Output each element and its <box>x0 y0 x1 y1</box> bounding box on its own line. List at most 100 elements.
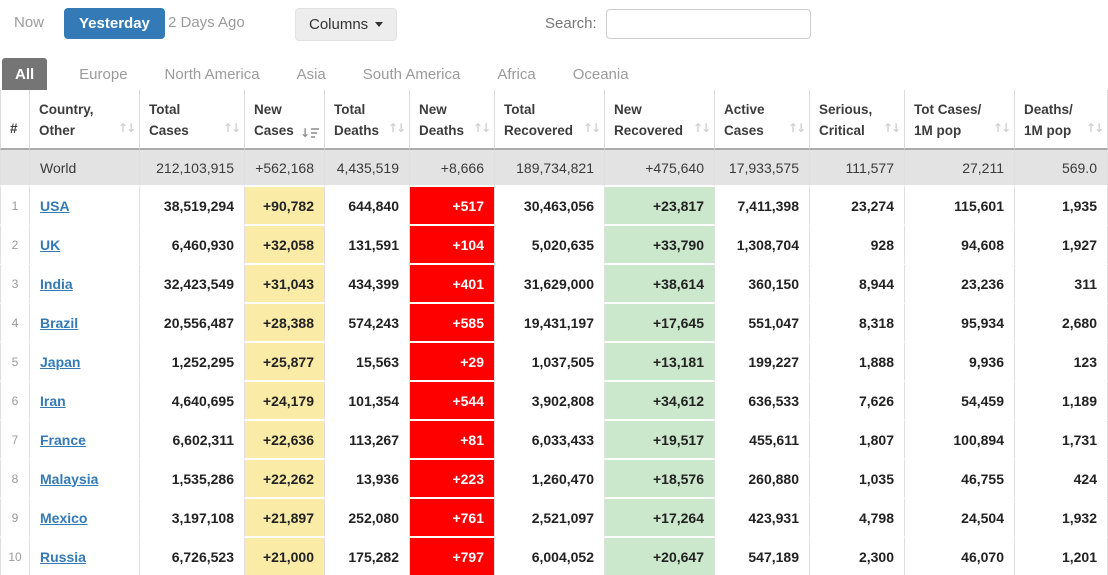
table-row: 9 Mexico 3,197,108 +21,897 252,080 +761 2,521,… <box>0 499 1108 538</box>
cell-total_cases: 4,640,695 <box>140 382 245 421</box>
cell-active_cases: 199,227 <box>715 343 810 382</box>
tab-asia[interactable]: Asia <box>284 58 339 90</box>
cell-country: India <box>30 265 140 304</box>
sort-icon: ↑↓ <box>222 121 241 135</box>
country-link[interactable]: Mexico <box>40 510 87 526</box>
table-row: 3 India 32,423,549 +31,043 434,399 +401 31,629… <box>0 265 1108 304</box>
column-header-cases_per_1m[interactable]: Tot Cases/1M pop ↑↓ <box>905 90 1015 150</box>
cell-total_recovered: 1,260,470 <box>495 460 605 499</box>
columns-dropdown-label: Columns <box>309 16 369 33</box>
sort-icon: ↑↓ <box>882 121 901 135</box>
column-header-total_deaths[interactable]: Total Deaths ↑↓ <box>325 90 410 150</box>
cell-rank: 6 <box>0 382 30 421</box>
column-header-total_cases[interactable]: Total Cases ↑↓ <box>140 90 245 150</box>
cell-new_deaths: +544 <box>410 382 495 421</box>
column-header-active_cases[interactable]: Active Cases ↑↓ <box>715 90 810 150</box>
tab-all[interactable]: All <box>2 58 48 90</box>
cell-total_recovered: 2,521,097 <box>495 499 605 538</box>
sort-icon: ↑↓ <box>582 121 601 135</box>
country-link[interactable]: Japan <box>40 354 80 370</box>
cell-new_recovered: +13,181 <box>605 343 715 382</box>
cell-country: Japan <box>30 343 140 382</box>
cell-new_deaths: +401 <box>410 265 495 304</box>
column-header-deaths_per_1m[interactable]: Deaths/1M pop ↑↓ <box>1015 90 1108 150</box>
tab-north-america[interactable]: North America <box>152 58 273 90</box>
cell-total_recovered: 189,734,821 <box>495 150 605 187</box>
cell-deaths_per_1m: 2,680 <box>1015 304 1108 343</box>
cell-country: World <box>30 150 140 187</box>
table-row: 8 Malaysia 1,535,286 +22,262 13,936 +223 1,260… <box>0 460 1108 499</box>
column-header-total_recovered[interactable]: Total Recovered ↑↓ <box>495 90 605 150</box>
country-link[interactable]: Russia <box>40 549 86 565</box>
cell-serious_critical: 4,798 <box>810 499 905 538</box>
cell-total_deaths: 4,435,519 <box>325 150 410 187</box>
cell-deaths_per_1m: 424 <box>1015 460 1108 499</box>
cell-new_cases: +32,058 <box>245 226 325 265</box>
cell-serious_critical: 111,577 <box>810 150 905 187</box>
cell-new_recovered: +33,790 <box>605 226 715 265</box>
search-label: Search: <box>545 15 597 32</box>
cell-cases_per_1m: 54,459 <box>905 382 1015 421</box>
now-button[interactable]: Now <box>14 14 44 31</box>
cell-active_cases: 17,933,575 <box>715 150 810 187</box>
tab-oceania[interactable]: Oceania <box>560 58 642 90</box>
cell-rank: 5 <box>0 343 30 382</box>
cell-new_cases: +24,179 <box>245 382 325 421</box>
cell-active_cases: 360,150 <box>715 265 810 304</box>
tab-south-america[interactable]: South America <box>350 58 474 90</box>
column-header-rank: # <box>0 90 30 150</box>
cell-active_cases: 423,931 <box>715 499 810 538</box>
cell-new_deaths: +223 <box>410 460 495 499</box>
cell-total_cases: 1,535,286 <box>140 460 245 499</box>
table-row: 10 Russia 6,726,523 +21,000 175,282 +797 6,004… <box>0 538 1108 575</box>
cell-rank: 3 <box>0 265 30 304</box>
country-link[interactable]: Brazil <box>40 315 78 331</box>
cell-new_recovered: +18,576 <box>605 460 715 499</box>
column-header-label: New <box>614 102 642 117</box>
country-link[interactable]: France <box>40 432 86 448</box>
caret-down-icon <box>375 22 384 27</box>
cell-deaths_per_1m: 1,189 <box>1015 382 1108 421</box>
world-row: World 212,103,915 +562,168 4,435,519 +8,666 1… <box>0 150 1108 187</box>
cell-country: France <box>30 421 140 460</box>
country-link[interactable]: Iran <box>40 393 66 409</box>
cell-total_deaths: 644,840 <box>325 187 410 226</box>
cell-total_deaths: 434,399 <box>325 265 410 304</box>
column-header-country[interactable]: Country, Other ↑↓ <box>30 90 140 150</box>
cell-total_recovered: 1,037,505 <box>495 343 605 382</box>
column-header-new_recovered[interactable]: New Recovered ↑↓ <box>605 90 715 150</box>
column-header-label: Deaths/ <box>1024 102 1073 117</box>
column-header-new_cases[interactable]: New Cases ↓ <box>245 90 325 150</box>
cell-total_recovered: 5,020,635 <box>495 226 605 265</box>
cell-new_deaths: +29 <box>410 343 495 382</box>
search-input[interactable] <box>606 9 811 39</box>
column-header-label: Tot Cases/ <box>914 102 982 117</box>
yesterday-button[interactable]: Yesterday <box>64 8 165 39</box>
cell-rank: 1 <box>0 187 30 226</box>
cell-serious_critical: 1,035 <box>810 460 905 499</box>
cell-total_deaths: 574,243 <box>325 304 410 343</box>
cell-new_cases: +25,877 <box>245 343 325 382</box>
column-header-serious_critical[interactable]: Serious, Critical ↑↓ <box>810 90 905 150</box>
cell-rank <box>0 150 30 187</box>
cell-new_cases: +562,168 <box>245 150 325 187</box>
tab-africa[interactable]: Africa <box>484 58 548 90</box>
cell-new_deaths: +585 <box>410 304 495 343</box>
cell-deaths_per_1m: 1,731 <box>1015 421 1108 460</box>
country-link[interactable]: USA <box>40 198 70 214</box>
column-header-new_deaths[interactable]: New Deaths ↑↓ <box>410 90 495 150</box>
cell-active_cases: 636,533 <box>715 382 810 421</box>
column-header-label: New <box>254 102 282 117</box>
country-link[interactable]: UK <box>40 237 60 253</box>
columns-dropdown-button[interactable]: Columns <box>295 8 398 41</box>
tab-europe[interactable]: Europe <box>66 58 140 90</box>
cell-serious_critical: 23,274 <box>810 187 905 226</box>
cell-total_deaths: 101,354 <box>325 382 410 421</box>
cell-new_cases: +22,262 <box>245 460 325 499</box>
country-link[interactable]: Malaysia <box>40 471 98 487</box>
table-row: 1 USA 38,519,294 +90,782 644,840 +517 30,463,0… <box>0 187 1108 226</box>
two-days-ago-button[interactable]: 2 Days Ago <box>168 14 245 31</box>
cell-new_recovered: +19,517 <box>605 421 715 460</box>
country-link[interactable]: India <box>40 276 73 292</box>
sort-icon: ↑↓ <box>787 121 806 135</box>
